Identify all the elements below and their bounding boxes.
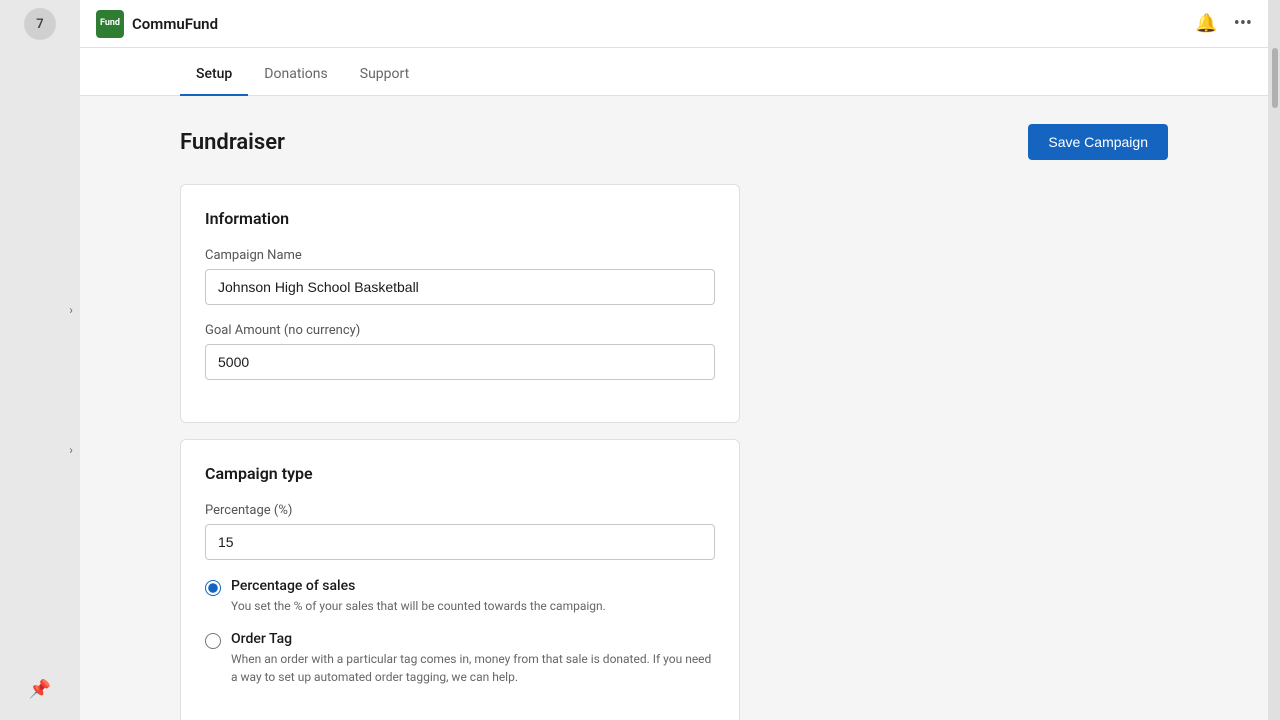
main-area: Fund CommuFund 🔔 ••• Setup Donations Sup…	[80, 0, 1268, 720]
sidebar-pin-icon[interactable]: 📌	[29, 679, 51, 700]
topbar: Fund CommuFund 🔔 •••	[80, 0, 1268, 48]
radio-order-tag[interactable]	[205, 633, 221, 649]
tab-support[interactable]: Support	[344, 54, 425, 96]
app-name: CommuFund	[132, 15, 218, 33]
sidebar-expand-bottom[interactable]: ›	[61, 440, 81, 460]
tab-donations[interactable]: Donations	[248, 54, 343, 96]
radio-option-order-tag: Order Tag When an order with a particula…	[205, 631, 715, 686]
radio-order-tag-desc: When an order with a particular tag come…	[231, 650, 715, 686]
campaign-name-group: Campaign Name	[205, 248, 715, 305]
radio-percentage-of-sales[interactable]	[205, 580, 221, 596]
radio-percentage-label: Percentage of sales	[231, 578, 606, 594]
scrollbar	[1268, 0, 1280, 720]
notification-icon[interactable]: 🔔	[1195, 13, 1217, 34]
campaign-name-input[interactable]	[205, 269, 715, 305]
goal-amount-label: Goal Amount (no currency)	[205, 323, 715, 338]
radio-order-tag-label: Order Tag	[231, 631, 715, 647]
page-header: Fundraiser Save Campaign	[180, 124, 1168, 160]
percentage-label: Percentage (%)	[205, 503, 715, 518]
tab-setup[interactable]: Setup	[180, 54, 248, 96]
percentage-group: Percentage (%)	[205, 503, 715, 560]
campaign-type-title: Campaign type	[205, 464, 715, 483]
goal-amount-group: Goal Amount (no currency)	[205, 323, 715, 380]
topbar-actions: 🔔 •••	[1195, 13, 1252, 34]
logo-icon: Fund	[96, 10, 124, 38]
tabs-bar: Setup Donations Support	[80, 48, 1268, 96]
campaign-name-label: Campaign Name	[205, 248, 715, 263]
goal-amount-input[interactable]	[205, 344, 715, 380]
percentage-input[interactable]	[205, 524, 715, 560]
radio-percentage-desc: You set the % of your sales that will be…	[231, 597, 606, 615]
more-options-icon[interactable]: •••	[1234, 13, 1252, 34]
save-campaign-button[interactable]: Save Campaign	[1028, 124, 1168, 160]
sidebar: 7 › › 📌	[0, 0, 80, 720]
scrollbar-thumb[interactable]	[1272, 48, 1278, 108]
logo-area: Fund CommuFund	[96, 10, 1195, 38]
radio-option-percentage: Percentage of sales You set the % of you…	[205, 578, 715, 615]
page-title: Fundraiser	[180, 130, 285, 155]
information-card: Information Campaign Name Goal Amount (n…	[180, 184, 740, 423]
information-card-title: Information	[205, 209, 715, 228]
content-area: Fundraiser Save Campaign Information Cam…	[80, 96, 1268, 720]
campaign-type-card: Campaign type Percentage (%) Percentage …	[180, 439, 740, 720]
sidebar-expand-top[interactable]: ›	[61, 300, 81, 320]
sidebar-badge: 7	[24, 8, 56, 40]
